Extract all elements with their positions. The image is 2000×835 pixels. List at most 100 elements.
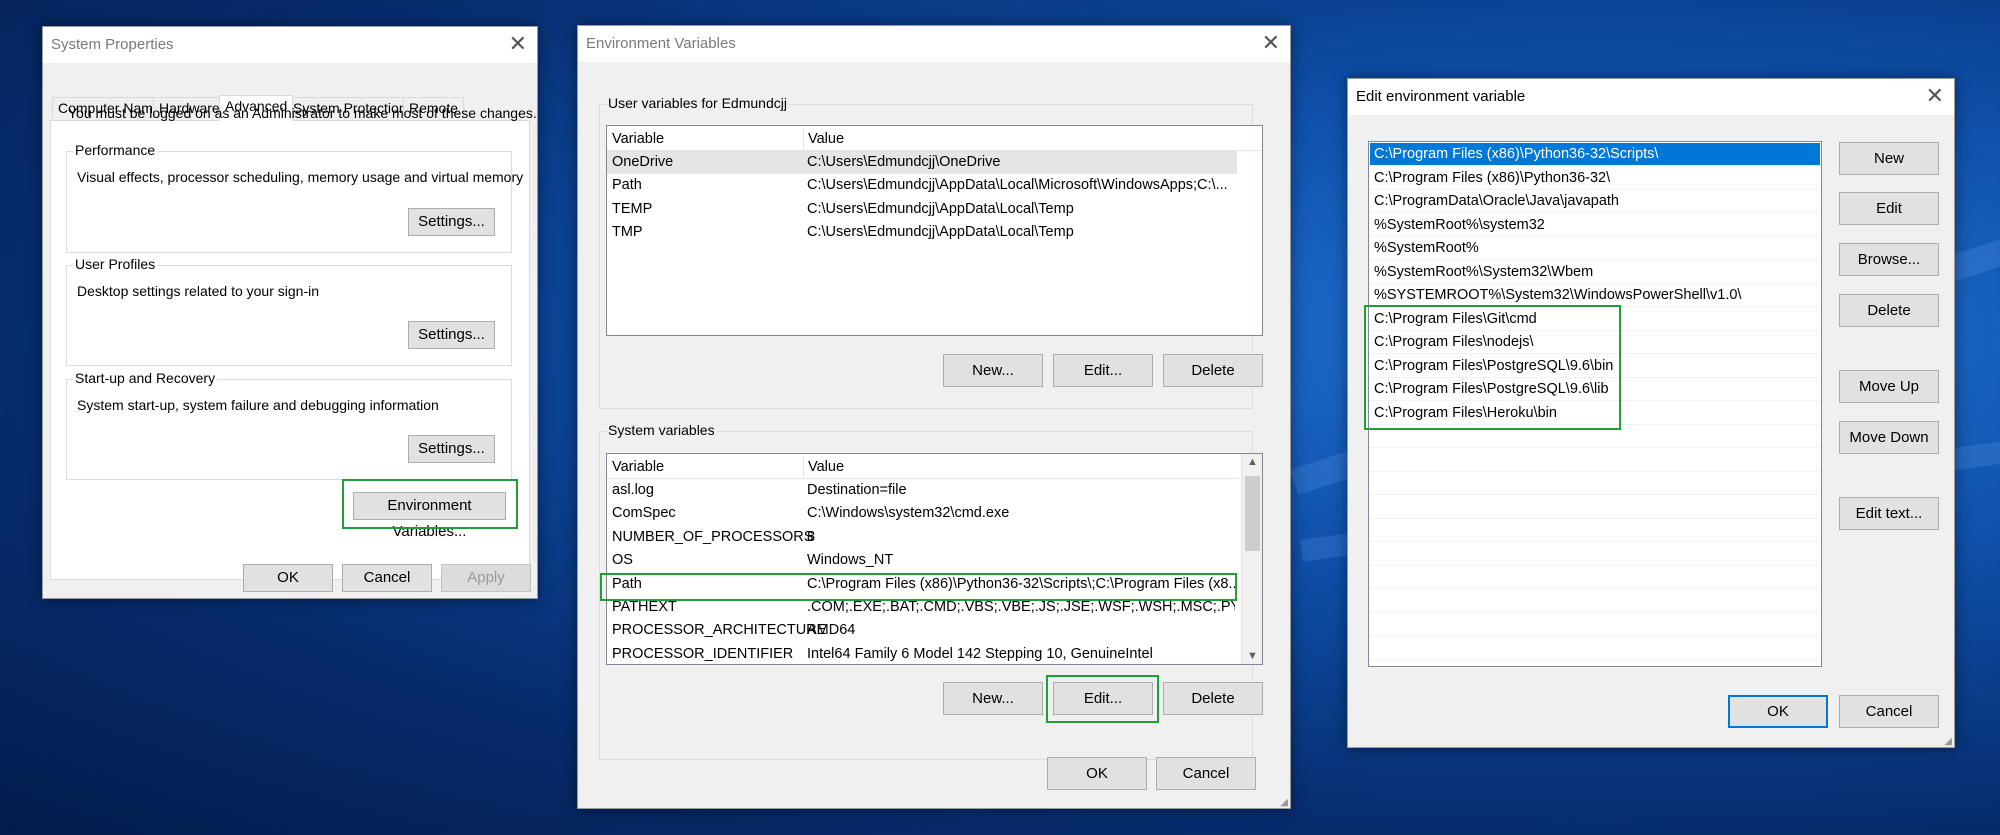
close-icon[interactable]: ✕ — [1926, 84, 1944, 108]
scroll-up-icon[interactable]: ▲ — [1242, 456, 1262, 468]
variable-value: C:\Users\Edmundcjj\OneDrive — [807, 154, 1001, 170]
empty-row[interactable] — [1370, 496, 1820, 519]
variable-name: TEMP — [612, 200, 653, 217]
path-entry[interactable]: C:\Program Files\Git\cmd — [1370, 308, 1820, 331]
cancel-button[interactable]: Cancel — [1156, 757, 1256, 790]
table-row[interactable]: PROCESSOR_ARCHITECTURE AMD64 — [607, 619, 1239, 642]
table-row[interactable]: ComSpec C:\Windows\system32\cmd.exe — [607, 502, 1239, 525]
variable-value: Destination=file — [807, 482, 907, 498]
path-entry[interactable]: C:\Program Files\PostgreSQL\9.6\lib — [1370, 378, 1820, 401]
startup-recovery-group: Start-up and Recovery System start-up, s… — [66, 370, 512, 480]
performance-desc: Visual effects, processor scheduling, me… — [77, 169, 524, 185]
path-entry[interactable]: %SystemRoot% — [1370, 237, 1820, 260]
header-value[interactable]: Value — [803, 128, 1258, 151]
variable-name: PROCESSOR_IDENTIFIER — [612, 645, 794, 662]
path-entry[interactable]: %SystemRoot%\system32 — [1370, 214, 1820, 237]
variable-value: C:\Program Files (x86)\Python36-32\Scrip… — [807, 575, 1235, 592]
path-entry[interactable]: C:\Program Files\nodejs\ — [1370, 331, 1820, 354]
path-entry[interactable]: %SystemRoot%\System32\Wbem — [1370, 261, 1820, 284]
system-variables-list[interactable]: Variable Value ▲ ▼ asl.log Destination=fi… — [606, 453, 1263, 665]
list-header: Variable Value — [607, 128, 1262, 151]
variable-name: NUMBER_OF_PROCESSORS — [612, 528, 814, 545]
ok-button[interactable]: OK — [1047, 757, 1147, 790]
user-delete-button[interactable]: Delete — [1163, 354, 1263, 387]
table-row[interactable]: asl.log Destination=file — [607, 479, 1239, 502]
edit-text-button[interactable]: Edit text... — [1839, 497, 1939, 530]
cancel-button[interactable]: Cancel — [342, 564, 432, 592]
empty-row[interactable] — [1370, 449, 1820, 472]
edit-environment-variable-window: Edit environment variable ✕ C:\Program F… — [1347, 78, 1955, 748]
header-variable[interactable]: Variable — [612, 128, 664, 151]
browse-button[interactable]: Browse... — [1839, 243, 1939, 276]
table-row[interactable]: NUMBER_OF_PROCESSORS 8 — [607, 526, 1239, 549]
empty-row[interactable] — [1370, 637, 1820, 660]
scrollbar[interactable]: ▲ ▼ — [1241, 454, 1262, 664]
environment-variables-button[interactable]: Environment Variables... — [353, 492, 506, 540]
empty-row[interactable] — [1370, 519, 1820, 542]
empty-row[interactable] — [1370, 566, 1820, 589]
header-variable[interactable]: Variable — [612, 456, 664, 479]
empty-row[interactable] — [1370, 613, 1820, 636]
user-new-button[interactable]: New... — [943, 354, 1043, 387]
user-profiles-group: User Profiles Desktop settings related t… — [66, 256, 512, 366]
window-title: System Properties — [51, 36, 174, 53]
system-new-button[interactable]: New... — [943, 682, 1043, 715]
table-row[interactable]: PATHEXT .COM;.EXE;.BAT;.CMD;.VBS;.VBE;.JS… — [607, 596, 1239, 619]
path-entry[interactable]: C:\Program Files\Heroku\bin — [1370, 402, 1820, 425]
admin-note: You must be logged on as an Administrato… — [68, 105, 537, 121]
user-variables-label: User variables for Edmundcjj — [606, 95, 789, 111]
cancel-button[interactable]: Cancel — [1839, 695, 1939, 728]
system-properties-window: System Properties ✕ Computer Name Hardwa… — [42, 26, 538, 599]
empty-row[interactable] — [1370, 543, 1820, 566]
delete-button[interactable]: Delete — [1839, 294, 1939, 327]
table-row[interactable]: OS Windows_NT — [607, 549, 1239, 572]
ok-button[interactable]: OK — [243, 564, 333, 592]
environment-variables-window: Environment Variables ✕ User variables f… — [577, 25, 1291, 809]
move-down-button[interactable]: Move Down — [1839, 421, 1939, 454]
system-edit-button[interactable]: Edit... — [1053, 682, 1153, 715]
user-edit-button[interactable]: Edit... — [1053, 354, 1153, 387]
user-profiles-settings-button[interactable]: Settings... — [408, 321, 495, 349]
variable-value: C:\Users\Edmundcjj\AppData\Local\Microso… — [807, 177, 1228, 194]
path-entry[interactable]: C:\Program Files\PostgreSQL\9.6\bin — [1370, 355, 1820, 378]
variable-name: OS — [612, 552, 633, 569]
table-row[interactable]: Path C:\Program Files (x86)\Python36-32\S… — [607, 573, 1239, 596]
title-bar: Environment Variables ✕ — [578, 26, 1290, 62]
table-row[interactable]: TMP C:\Users\Edmundcjj\AppData\Local\Temp — [607, 221, 1237, 244]
variable-value: C:\Windows\system32\cmd.exe — [807, 505, 1010, 522]
variable-name: PATHEXT — [612, 599, 677, 615]
table-row[interactable]: TEMP C:\Users\Edmundcjj\AppData\Local\Tem… — [607, 198, 1237, 221]
performance-settings-button[interactable]: Settings... — [408, 208, 495, 236]
edit-button[interactable]: Edit — [1839, 192, 1939, 225]
path-entry[interactable]: %SYSTEMROOT%\System32\WindowsPowerShell\… — [1370, 284, 1820, 307]
path-entries-list[interactable]: C:\Program Files (x86)\Python36-32\Scrip… — [1368, 141, 1822, 667]
startup-settings-button[interactable]: Settings... — [408, 435, 495, 463]
new-button[interactable]: New — [1839, 142, 1939, 175]
header-value[interactable]: Value — [803, 456, 1235, 479]
path-entry[interactable]: C:\Program Files (x86)\Python36-32\Scrip… — [1370, 143, 1820, 166]
variable-value: C:\Users\Edmundcjj\AppData\Local\Temp — [807, 200, 1074, 217]
resize-grip-icon[interactable]: ◢ — [1944, 736, 1952, 747]
user-variables-list[interactable]: Variable Value OneDrive C:\Users\Edmundcj… — [606, 125, 1263, 336]
table-row[interactable]: Path C:\Users\Edmundcjj\AppData\Local\Mic… — [607, 174, 1237, 197]
list-header: Variable Value — [607, 456, 1239, 479]
empty-row[interactable] — [1370, 472, 1820, 495]
scroll-down-icon[interactable]: ▼ — [1242, 650, 1262, 662]
close-icon[interactable]: ✕ — [509, 32, 527, 56]
ok-button[interactable]: OK — [1728, 695, 1828, 728]
resize-grip-icon[interactable]: ◢ — [1280, 797, 1288, 808]
variable-name: asl.log — [612, 482, 654, 498]
empty-row[interactable] — [1370, 590, 1820, 613]
scrollbar-thumb[interactable] — [1245, 476, 1260, 551]
performance-label: Performance — [73, 142, 158, 158]
path-entry[interactable]: C:\Program Files (x86)\Python36-32\ — [1370, 167, 1820, 190]
table-row[interactable]: PROCESSOR_IDENTIFIER Intel64 Family 6 Mod… — [607, 643, 1239, 664]
close-icon[interactable]: ✕ — [1262, 31, 1280, 55]
apply-button[interactable]: Apply — [441, 564, 531, 592]
title-bar: System Properties ✕ — [43, 27, 537, 63]
move-up-button[interactable]: Move Up — [1839, 370, 1939, 403]
path-entry[interactable]: C:\ProgramData\Oracle\Java\javapath — [1370, 190, 1820, 213]
empty-row[interactable] — [1370, 425, 1820, 448]
system-delete-button[interactable]: Delete — [1163, 682, 1263, 715]
table-row[interactable]: OneDrive C:\Users\Edmundcjj\OneDrive — [607, 151, 1237, 174]
